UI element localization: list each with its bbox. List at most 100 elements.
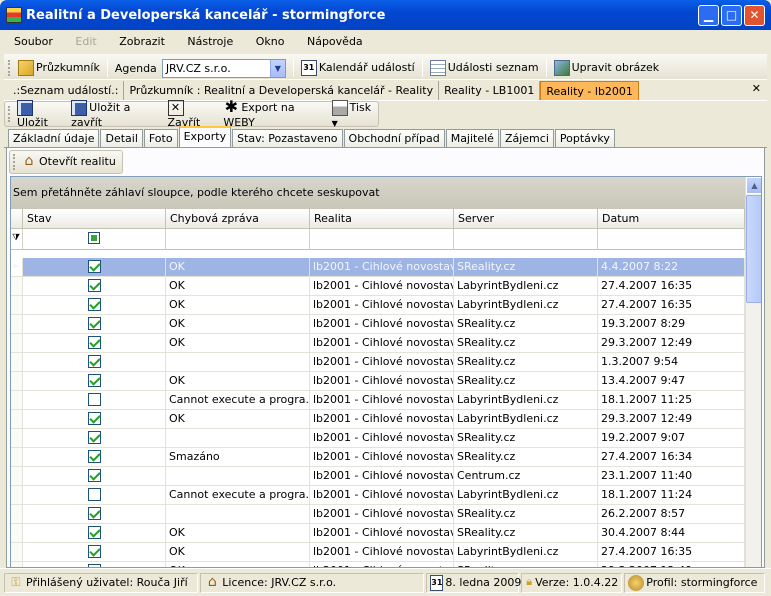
doc-tab-seznam[interactable]: .:Seznam událostí.: bbox=[8, 81, 125, 100]
kalendar-button[interactable]: 31 Kalendář událostí bbox=[300, 60, 415, 76]
cell-server[interactable]: LabyrintBydleni.cz bbox=[454, 391, 598, 409]
menu-okno[interactable]: Okno bbox=[256, 35, 285, 48]
filter-datum[interactable] bbox=[598, 229, 745, 249]
row-indicator[interactable] bbox=[11, 448, 23, 466]
cell-realita[interactable]: lb2001 - Cihlové novostav... bbox=[310, 391, 454, 409]
filter-checkbox[interactable] bbox=[88, 232, 100, 244]
row-indicator[interactable] bbox=[11, 524, 23, 542]
status-checkbox[interactable] bbox=[88, 298, 101, 311]
row-indicator[interactable] bbox=[11, 353, 23, 371]
column-header-server[interactable]: Server bbox=[454, 209, 598, 229]
cell-chybova-zprava[interactable]: OK bbox=[166, 524, 310, 542]
cell-server[interactable]: Centrum.cz bbox=[454, 467, 598, 485]
cell-server[interactable]: SReality.cz bbox=[454, 429, 598, 447]
row-indicator[interactable] bbox=[11, 429, 23, 447]
doc-tab-pruzkumnik[interactable]: Průzkumník : Realitní a Developerská kan… bbox=[124, 81, 440, 100]
cell-chybova-zprava[interactable] bbox=[166, 505, 310, 523]
status-checkbox[interactable] bbox=[88, 317, 101, 330]
cell-realita[interactable]: lb2001 - Cihlové novostav... bbox=[310, 315, 454, 333]
cell-realita[interactable]: lb2001 - Cihlové novostav... bbox=[310, 372, 454, 390]
cell-chybova-zprava[interactable]: Smazáno bbox=[166, 448, 310, 466]
cell-server[interactable]: LabyrintBydleni.cz bbox=[454, 543, 598, 561]
cell-datum[interactable]: 27.4.2007 16:35 bbox=[598, 296, 745, 314]
cell-realita[interactable]: lb2001 - Cihlové novostav... bbox=[310, 486, 454, 504]
table-row[interactable]: lb2001 - Cihlové novostav... SReality.cz 1… bbox=[11, 353, 745, 372]
cell-realita[interactable]: lb2001 - Cihlové novostav... bbox=[310, 296, 454, 314]
filter-chybova-zprava[interactable] bbox=[166, 229, 310, 249]
group-by-area[interactable]: Sem přetáhněte záhlaví sloupce, podle kt… bbox=[11, 177, 745, 209]
menu-nastroje[interactable]: Nástroje bbox=[187, 35, 233, 48]
cell-realita[interactable]: lb2001 - Cihlové novostav... bbox=[310, 467, 454, 485]
tisk-button[interactable]: Tisk ▼ bbox=[331, 99, 378, 129]
toolbar-grip[interactable] bbox=[8, 106, 11, 122]
doc-tab-lb2001[interactable]: Reality - lb2001 bbox=[540, 81, 639, 100]
table-row[interactable]: Cannot execute a progra... lb2001 - Cihlo… bbox=[11, 391, 745, 410]
status-checkbox[interactable] bbox=[88, 336, 101, 349]
tab-zajemci[interactable]: Zájemci bbox=[499, 129, 554, 147]
row-indicator[interactable] bbox=[11, 486, 23, 504]
cell-stav[interactable] bbox=[23, 467, 166, 485]
table-row[interactable]: lb2001 - Cihlové novostav... SReality.cz 2… bbox=[11, 505, 745, 524]
table-row[interactable]: OKlb2001 - Cihlové novostav...SReality.c… bbox=[11, 334, 745, 353]
cell-server[interactable]: SReality.cz bbox=[454, 524, 598, 542]
status-checkbox[interactable] bbox=[88, 545, 101, 558]
tab-obchodni-pripad[interactable]: Obchodní případ bbox=[343, 129, 445, 147]
table-row[interactable]: OK lb2001 - Cihlové novostav... LabyrintBy… bbox=[11, 277, 745, 296]
scroll-up-icon[interactable]: ▲ bbox=[746, 177, 761, 194]
menu-zobrazit[interactable]: Zobrazit bbox=[119, 35, 165, 48]
table-row[interactable]: OK lb2001 - Cihlové novostav... LabyrintBy… bbox=[11, 410, 745, 429]
cell-realita[interactable]: lb2001 - Cihlové novostav... bbox=[310, 410, 454, 428]
row-indicator[interactable] bbox=[11, 505, 23, 523]
cell-stav[interactable] bbox=[23, 486, 166, 504]
status-checkbox[interactable] bbox=[88, 431, 101, 444]
cell-datum[interactable]: 13.4.2007 9:47 bbox=[598, 372, 745, 390]
table-row[interactable]: ▶ OK lb2001 - Cihlové novostav... SReality.… bbox=[11, 258, 745, 277]
cell-server[interactable]: SReality.cz bbox=[454, 315, 598, 333]
status-checkbox[interactable] bbox=[88, 469, 101, 482]
status-checkbox[interactable] bbox=[88, 412, 101, 425]
ulozit-button[interactable]: Uložit bbox=[16, 99, 63, 129]
cell-chybova-zprava[interactable]: OK bbox=[166, 334, 310, 352]
cell-stav[interactable] bbox=[23, 277, 166, 295]
row-indicator[interactable] bbox=[11, 315, 23, 333]
row-indicator[interactable] bbox=[11, 372, 23, 390]
cell-datum[interactable]: 19.2.2007 9:07 bbox=[598, 429, 745, 447]
filter-stav[interactable] bbox=[23, 229, 166, 249]
cell-server[interactable]: LabyrintBydleni.cz bbox=[454, 296, 598, 314]
cell-datum[interactable]: 30.4.2007 8:44 bbox=[598, 524, 745, 542]
zavrit-button[interactable]: ✕Zavřít bbox=[167, 99, 216, 129]
status-checkbox[interactable] bbox=[88, 488, 101, 501]
cell-server[interactable]: SReality.cz bbox=[454, 505, 598, 523]
cell-stav[interactable] bbox=[23, 334, 166, 352]
cell-server[interactable]: LabyrintBydleni.cz bbox=[454, 410, 598, 428]
cell-stav[interactable] bbox=[23, 410, 166, 428]
cell-chybova-zprava[interactable]: OK bbox=[166, 277, 310, 295]
column-header-realita[interactable]: Realita bbox=[310, 209, 454, 229]
cell-stav[interactable] bbox=[23, 429, 166, 447]
cell-realita[interactable]: lb2001 - Cihlové novostav... bbox=[310, 334, 454, 352]
cell-realita[interactable]: lb2001 - Cihlové novostav... bbox=[310, 543, 454, 561]
status-checkbox[interactable] bbox=[88, 450, 101, 463]
cell-stav[interactable] bbox=[23, 296, 166, 314]
cell-chybova-zprava[interactable]: Cannot execute a progra... bbox=[166, 391, 310, 409]
cell-datum[interactable]: 27.4.2007 16:35 bbox=[598, 543, 745, 561]
status-checkbox[interactable] bbox=[88, 393, 101, 406]
cell-datum[interactable]: 29.3.2007 12:49 bbox=[598, 334, 745, 352]
tab-exporty[interactable]: Exporty bbox=[178, 126, 232, 147]
cell-chybova-zprava[interactable]: OK bbox=[166, 543, 310, 561]
row-indicator[interactable] bbox=[11, 410, 23, 428]
chevron-down-icon[interactable]: ▼ bbox=[269, 59, 285, 77]
cell-stav[interactable] bbox=[23, 372, 166, 390]
cell-stav[interactable] bbox=[23, 353, 166, 371]
table-row[interactable]: Cannot execute a progra... lb2001 - Cihlo… bbox=[11, 486, 745, 505]
cell-chybova-zprava[interactable] bbox=[166, 467, 310, 485]
cell-chybova-zprava[interactable] bbox=[166, 353, 310, 371]
agenda-combo[interactable]: JRV.CZ s.r.o. ▼ bbox=[161, 58, 286, 78]
cell-stav[interactable] bbox=[23, 448, 166, 466]
udalosti-button[interactable]: Události seznam bbox=[429, 60, 539, 76]
table-row[interactable]: OKlb2001 - Cihlové novostav...SReality.c… bbox=[11, 315, 745, 334]
column-header-chybova-zprava[interactable]: Chybová zpráva bbox=[166, 209, 310, 229]
table-row[interactable]: OKlb2001 - Cihlové novostav...SReality.c… bbox=[11, 524, 745, 543]
doc-tab-lb1001[interactable]: Reality - LB1001 bbox=[439, 81, 541, 100]
toolbar-grip[interactable] bbox=[8, 60, 11, 76]
